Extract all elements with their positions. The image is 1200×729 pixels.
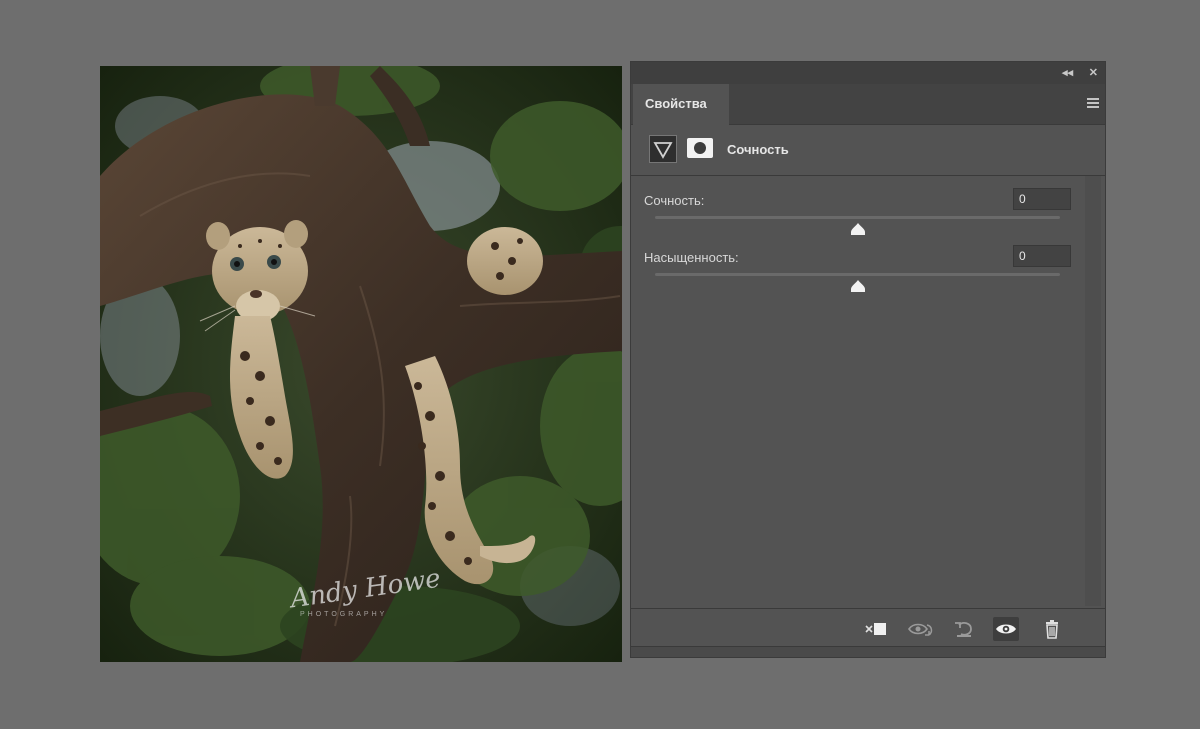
saturation-value-input[interactable]: 0 xyxy=(1013,245,1071,267)
vibrance-adjustment-icon[interactable] xyxy=(649,135,677,163)
vibrance-value-input[interactable]: 0 xyxy=(1013,188,1071,210)
panel-menu-icon[interactable] xyxy=(1087,98,1099,108)
panel-bottom-strip xyxy=(631,646,1105,657)
panel-title-bar: ◂◂ ✕ xyxy=(631,62,1105,84)
saturation-slider-track[interactable] xyxy=(655,273,1060,276)
close-panel-icon[interactable]: ✕ xyxy=(1089,66,1098,80)
adjustment-layer-name: Сочность xyxy=(727,142,789,157)
saturation-slider-thumb[interactable] xyxy=(850,280,865,292)
collapse-panel-icon[interactable]: ◂◂ xyxy=(1062,66,1073,80)
panel-tab-row: Свойства xyxy=(631,84,1105,125)
visibility-eye-icon[interactable] xyxy=(993,617,1019,641)
tab-properties[interactable]: Свойства xyxy=(633,84,729,125)
saturation-label: Насыщенность: xyxy=(644,250,739,265)
document-canvas-photo[interactable]: Andy Howe PHOTOGRAPHY xyxy=(100,66,622,662)
properties-panel: ◂◂ ✕ Свойства Сочность Сочность: 0 Насыщ… xyxy=(630,61,1106,658)
vibrance-slider-thumb[interactable] xyxy=(850,223,865,235)
clip-to-layer-icon[interactable] xyxy=(863,617,889,641)
leopard-photo xyxy=(100,66,622,662)
panel-scrollbar[interactable] xyxy=(1085,176,1101,606)
vibrance-label: Сочность: xyxy=(644,193,705,208)
watermark-sub: PHOTOGRAPHY xyxy=(300,611,388,618)
layer-mask-icon[interactable] xyxy=(687,138,713,158)
adjustment-layer-header: Сочность xyxy=(631,125,1105,176)
trash-icon[interactable] xyxy=(1039,617,1065,641)
view-previous-state-icon[interactable] xyxy=(907,617,933,641)
vibrance-slider-track[interactable] xyxy=(655,216,1060,219)
reset-icon[interactable] xyxy=(951,617,977,641)
panel-bottom-toolbar xyxy=(631,608,1105,649)
